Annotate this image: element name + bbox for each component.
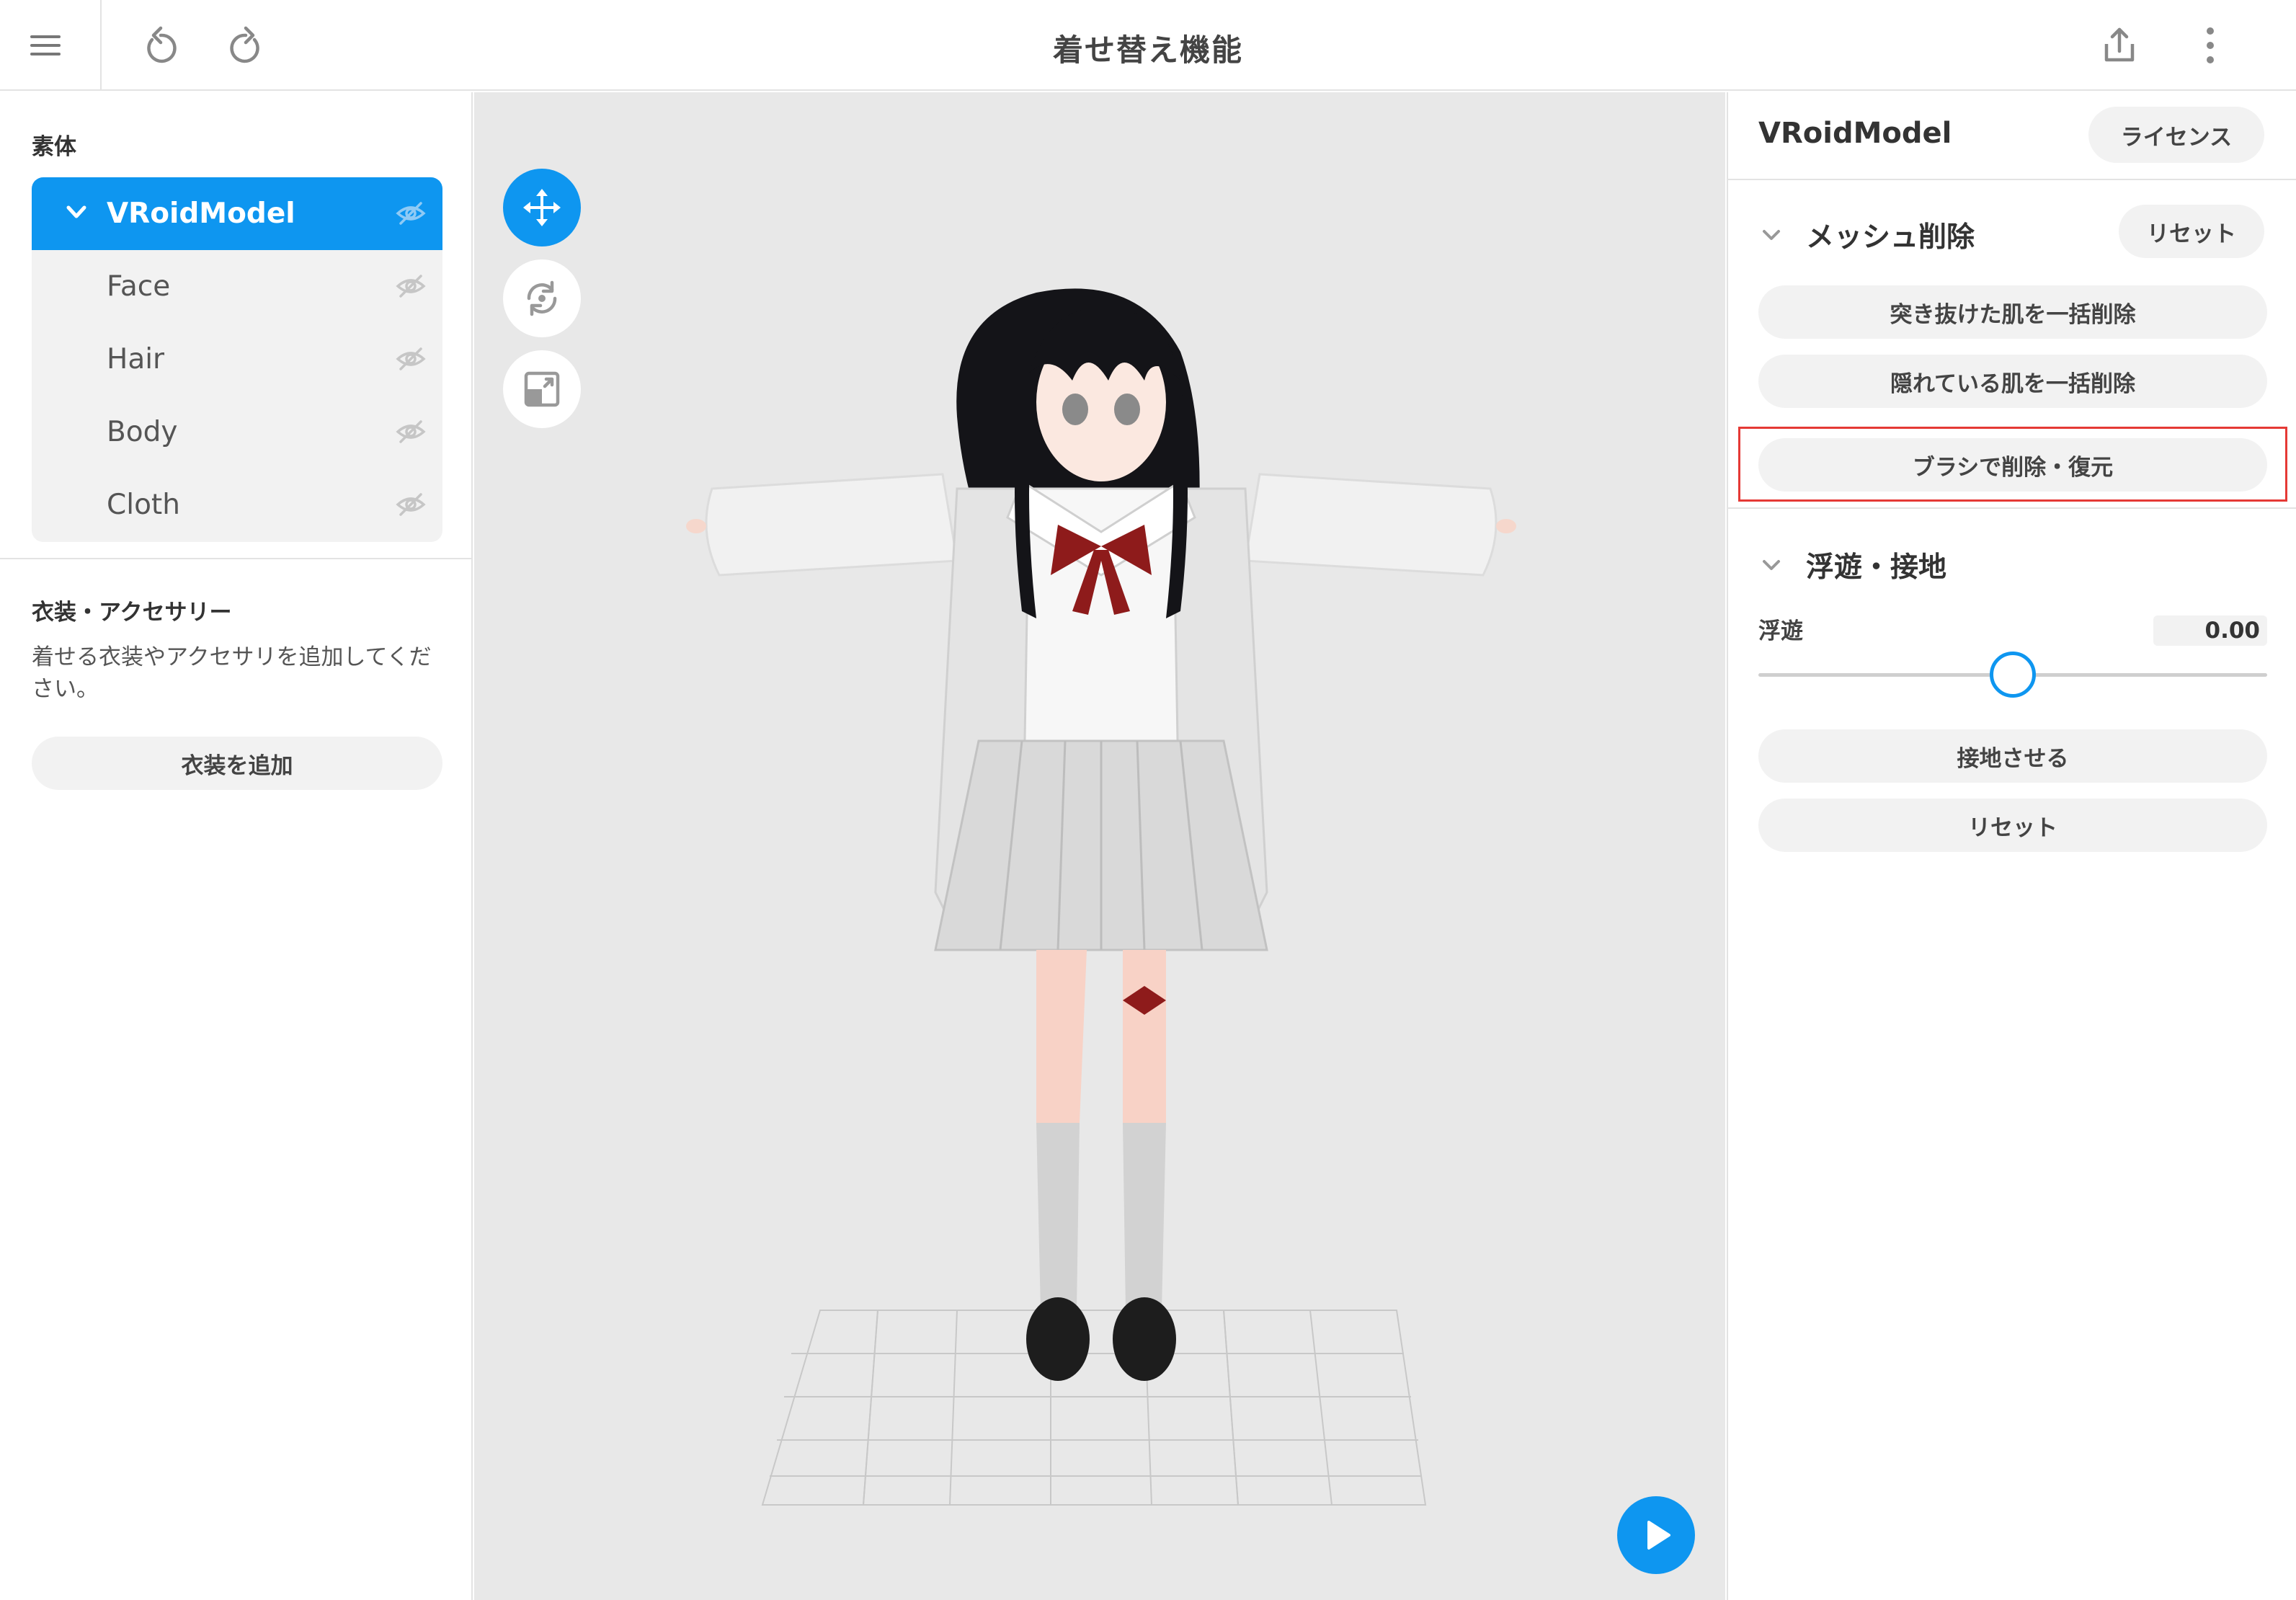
eye-off-icon[interactable] (395, 197, 427, 236)
3d-viewport[interactable] (474, 92, 1725, 1600)
chevron-down-icon (1763, 560, 1780, 570)
float-value-field[interactable]: 0.00 (2153, 615, 2267, 646)
tree-item-label: Face (107, 270, 171, 303)
tree-item-cloth[interactable]: Cloth (32, 468, 442, 541)
mesh-section-title: メッシュ削除 (1806, 221, 1975, 254)
chevron-down-icon (1763, 230, 1780, 240)
outfit-section-title: 衣装・アクセサリー (32, 600, 232, 626)
float-label: 浮遊 (1758, 618, 1803, 644)
brush-delete-restore-button[interactable]: ブラシで削除・復元 (1758, 438, 2267, 492)
model-tree: VRoidModel Face Hair Body Cloth (32, 177, 442, 542)
left-panel-divider (0, 558, 471, 559)
ground-button[interactable]: 接地させる (1758, 729, 2267, 783)
character-model (686, 288, 1516, 1506)
tree-item-label: Cloth (107, 489, 180, 521)
add-outfit-button[interactable]: 衣装を追加 (32, 737, 442, 790)
top-bar: 着せ替え機能 (0, 0, 2296, 91)
body-section-title: 素体 (32, 134, 76, 160)
float-slider-thumb[interactable] (1990, 652, 2036, 698)
float-section-header[interactable]: 浮遊・接地 (1758, 545, 1946, 585)
tree-item-label: Body (107, 416, 178, 448)
resize-icon[interactable] (503, 350, 581, 428)
eye-off-icon[interactable] (395, 489, 427, 528)
delete-hidden-skin-button[interactable]: 隠れている肌を一括削除 (1758, 355, 2267, 408)
tree-item-label: VRoidModel (107, 197, 295, 230)
right-panel-divider (1728, 507, 2296, 509)
play-icon (1647, 1521, 1670, 1550)
play-button[interactable] (1617, 1496, 1695, 1574)
tree-item-hair[interactable]: Hair (32, 323, 442, 396)
model-name: VRoidModel (1758, 117, 1952, 150)
rotate-icon[interactable] (503, 259, 581, 337)
export-icon[interactable] (2094, 20, 2145, 71)
right-panel: VRoidModel ライセンス メッシュ削除 リセット 突き抜けた肌を一括削除… (1727, 92, 2296, 1600)
tree-item-body[interactable]: Body (32, 396, 442, 468)
delete-protruding-skin-button[interactable]: 突き抜けた肌を一括削除 (1758, 285, 2267, 339)
move-icon[interactable] (503, 169, 581, 246)
mesh-reset-button[interactable]: リセット (2119, 205, 2264, 258)
more-vert-icon[interactable] (2185, 20, 2235, 71)
license-button[interactable]: ライセンス (2088, 107, 2264, 163)
tree-item-label: Hair (107, 343, 165, 375)
eye-off-icon[interactable] (395, 343, 427, 382)
float-reset-button[interactable]: リセット (1758, 799, 2267, 852)
mesh-section-header[interactable]: メッシュ削除 (1758, 215, 1975, 255)
left-panel: 素体 VRoidModel Face Hair Body Cloth 衣装・アク… (0, 92, 473, 1600)
tree-item-face[interactable]: Face (32, 250, 442, 323)
right-panel-divider (1728, 179, 2296, 180)
eye-off-icon[interactable] (395, 416, 427, 455)
eye-off-icon[interactable] (395, 270, 427, 309)
app-title: 着せ替え機能 (1052, 32, 1243, 68)
chevron-down-icon[interactable] (63, 199, 89, 232)
tree-item-vroidmodel[interactable]: VRoidModel (32, 177, 442, 250)
float-section-title: 浮遊・接地 (1806, 551, 1947, 584)
outfit-description: 着せる衣装やアクセサリを追加してください。 (32, 644, 432, 702)
